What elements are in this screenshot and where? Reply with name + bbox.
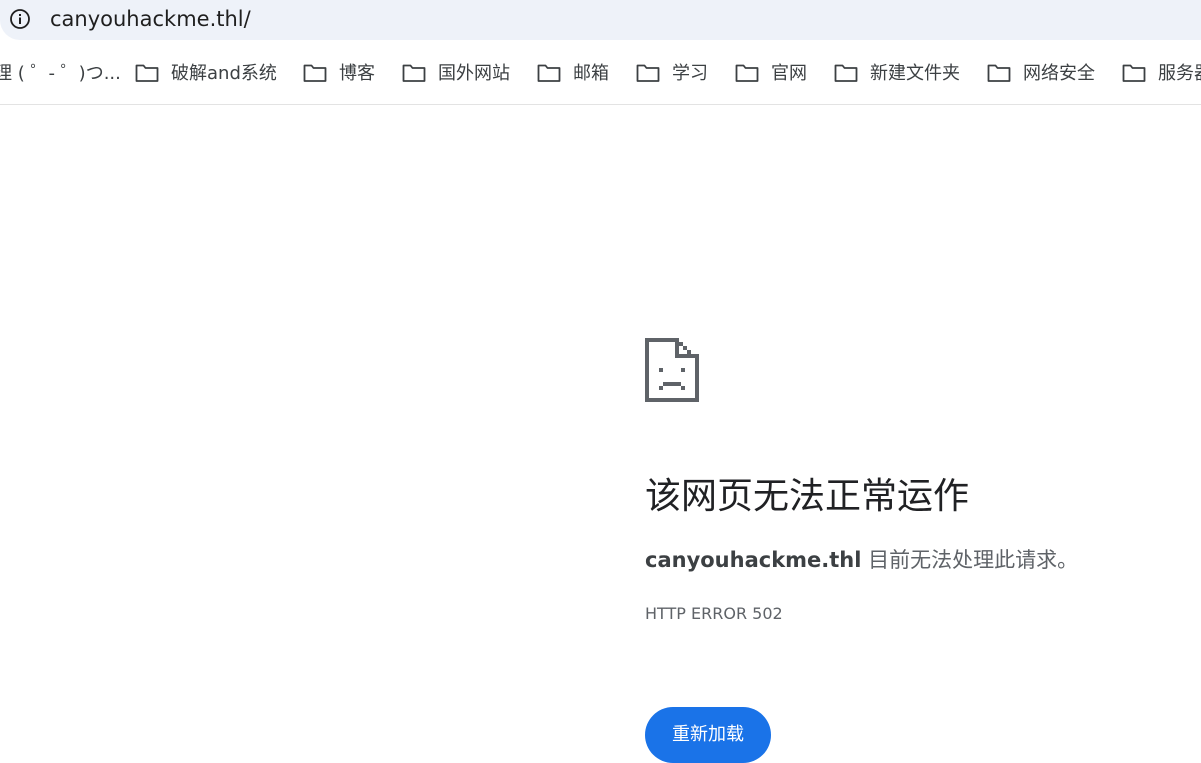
folder-icon bbox=[834, 64, 858, 82]
folder-icon bbox=[636, 64, 660, 82]
error-description: canyouhackme.thl 目前无法处理此请求。 bbox=[645, 546, 1078, 574]
info-circle-icon[interactable] bbox=[9, 8, 31, 30]
folder-icon bbox=[735, 64, 759, 82]
url-text[interactable]: canyouhackme.thl/ bbox=[50, 6, 251, 32]
bookmark-truncated[interactable]: 理 ( ゜- ゜)つ... bbox=[0, 62, 121, 86]
folder-icon bbox=[135, 64, 159, 82]
reload-button[interactable]: 重新加载 bbox=[645, 707, 771, 763]
error-title: 该网页无法正常运作 bbox=[645, 476, 970, 517]
error-host: canyouhackme.thl bbox=[645, 548, 862, 572]
folder-icon bbox=[537, 64, 561, 82]
error-message: 目前无法处理此请求。 bbox=[861, 548, 1079, 572]
bookmarks-bar: 理 ( ゜- ゜)つ... 破解and系统 博客 国外网站 邮箱 学习 官网 新… bbox=[0, 44, 1201, 105]
bookmark-label: 邮箱 bbox=[573, 63, 609, 84]
bookmark-label: 新建文件夹 bbox=[870, 63, 960, 84]
folder-icon bbox=[1122, 64, 1146, 82]
address-bar: canyouhackme.thl/ bbox=[0, 0, 1201, 44]
error-code: HTTP ERROR 502 bbox=[645, 604, 783, 623]
bookmark-label: 博客 bbox=[339, 63, 375, 84]
bookmark-label: 服务器 bbox=[1158, 63, 1201, 84]
folder-icon bbox=[402, 64, 426, 82]
folder-icon bbox=[987, 64, 1011, 82]
bookmark-label: 官网 bbox=[771, 63, 807, 84]
bookmark-label: 学习 bbox=[672, 63, 708, 84]
sad-page-icon bbox=[645, 338, 699, 402]
bookmark-label: 国外网站 bbox=[438, 63, 510, 84]
bookmark-label: 破解and系统 bbox=[171, 63, 277, 84]
omnibox[interactable]: canyouhackme.thl/ bbox=[0, 0, 1201, 40]
folder-icon bbox=[303, 64, 327, 82]
bookmark-label: 网络安全 bbox=[1023, 63, 1095, 84]
